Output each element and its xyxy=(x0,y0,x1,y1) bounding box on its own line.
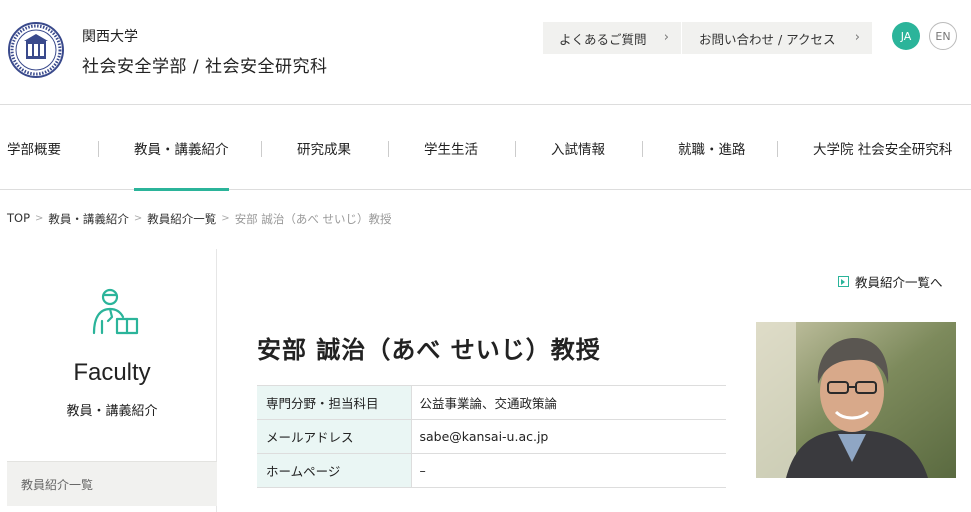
side-subtitle: 教員・講義紹介 xyxy=(66,404,158,419)
faculty-name[interactable]: 社会安全学部 / 社会安全研究科 xyxy=(82,52,328,77)
link-arrow-icon xyxy=(838,276,849,287)
breadcrumb: TOP > 教員・講義紹介 > 教員紹介一覧 > 安部 誠治（あべ せいじ）教授 xyxy=(7,211,392,227)
breadcrumb-top[interactable]: TOP xyxy=(7,211,30,227)
chevron-right-icon: › xyxy=(854,30,860,45)
nav-item-admissions[interactable]: 入試情報 xyxy=(551,106,605,190)
global-nav: 学部概要 教員・講義紹介 研究成果 学生生活 入試情報 就職・進路 大学院 社会… xyxy=(0,106,971,191)
lang-en-button[interactable]: EN xyxy=(929,22,957,50)
profile-info-table: 専門分野・担当科目 公益事業論、交通政策論 メールアドレス sabe@kansa… xyxy=(257,385,726,488)
nav-item-research[interactable]: 研究成果 xyxy=(297,106,351,190)
table-row: メールアドレス sabe@kansai-u.ac.jp xyxy=(257,419,726,454)
site-header: 関西大学 社会安全学部 / 社会安全研究科 よくあるご質問 › お問い合わせ /… xyxy=(0,0,971,105)
nav-divider xyxy=(98,141,99,157)
professor-name: 安部 誠治（あべ せいじ）教授 xyxy=(257,336,601,364)
info-label: メールアドレス xyxy=(257,419,412,454)
email-link[interactable]: sabe@kansai-u.ac.jp xyxy=(411,419,726,454)
nav-divider xyxy=(642,141,643,157)
info-value: 公益事業論、交通政策論 xyxy=(411,385,726,420)
contact-access-link[interactable]: お問い合わせ / アクセス › xyxy=(682,22,872,54)
info-value: – xyxy=(411,453,726,488)
info-label: ホームページ xyxy=(257,453,412,488)
professor-photo xyxy=(756,322,956,478)
breadcrumb-current: 安部 誠治（あべ せいじ）教授 xyxy=(234,212,392,226)
nav-divider xyxy=(261,141,262,157)
breadcrumb-separator-icon: > xyxy=(221,213,230,224)
nav-item-student-life[interactable]: 学生生活 xyxy=(424,106,478,190)
breadcrumb-faculty-list[interactable]: 教員紹介一覧 xyxy=(147,211,216,227)
side-panel: Faculty 教員・講義紹介 教員紹介一覧 xyxy=(7,249,217,512)
table-row: 専門分野・担当科目 公益事業論、交通政策論 xyxy=(257,385,726,420)
university-seal-logo[interactable] xyxy=(7,21,65,79)
breadcrumb-separator-icon: > xyxy=(133,213,143,224)
info-label: 専門分野・担当科目 xyxy=(257,385,412,420)
faq-link[interactable]: よくあるご質問 › xyxy=(543,22,682,54)
chevron-right-icon: › xyxy=(663,30,669,45)
utility-nav: よくあるご質問 › お問い合わせ / アクセス › xyxy=(543,22,872,54)
nav-divider xyxy=(388,141,389,157)
teacher-with-book-icon xyxy=(90,287,140,339)
faq-link-label: よくあるご質問 xyxy=(559,31,647,47)
side-menu-faculty-list[interactable]: 教員紹介一覧 xyxy=(7,461,217,506)
back-link-label: 教員紹介一覧へ xyxy=(855,275,943,290)
side-title: Faculty xyxy=(73,359,151,386)
university-name[interactable]: 関西大学 xyxy=(82,26,138,46)
nav-divider xyxy=(777,141,778,157)
contact-access-label: お問い合わせ / アクセス xyxy=(699,31,836,47)
breadcrumb-separator-icon: > xyxy=(35,213,44,224)
table-row: ホームページ – xyxy=(257,453,726,488)
nav-item-career[interactable]: 就職・進路 xyxy=(678,106,746,190)
breadcrumb-faculty[interactable]: 教員・講義紹介 xyxy=(48,211,129,227)
nav-item-graduate-school[interactable]: 大学院 社会安全研究科 xyxy=(813,106,952,190)
nav-divider xyxy=(515,141,516,157)
back-to-faculty-list-link[interactable]: 教員紹介一覧へ xyxy=(838,272,943,291)
lang-ja-button[interactable]: JA xyxy=(892,22,920,50)
nav-item-faculty[interactable]: 教員・講義紹介 xyxy=(134,106,229,191)
nav-item-overview[interactable]: 学部概要 xyxy=(7,106,61,190)
